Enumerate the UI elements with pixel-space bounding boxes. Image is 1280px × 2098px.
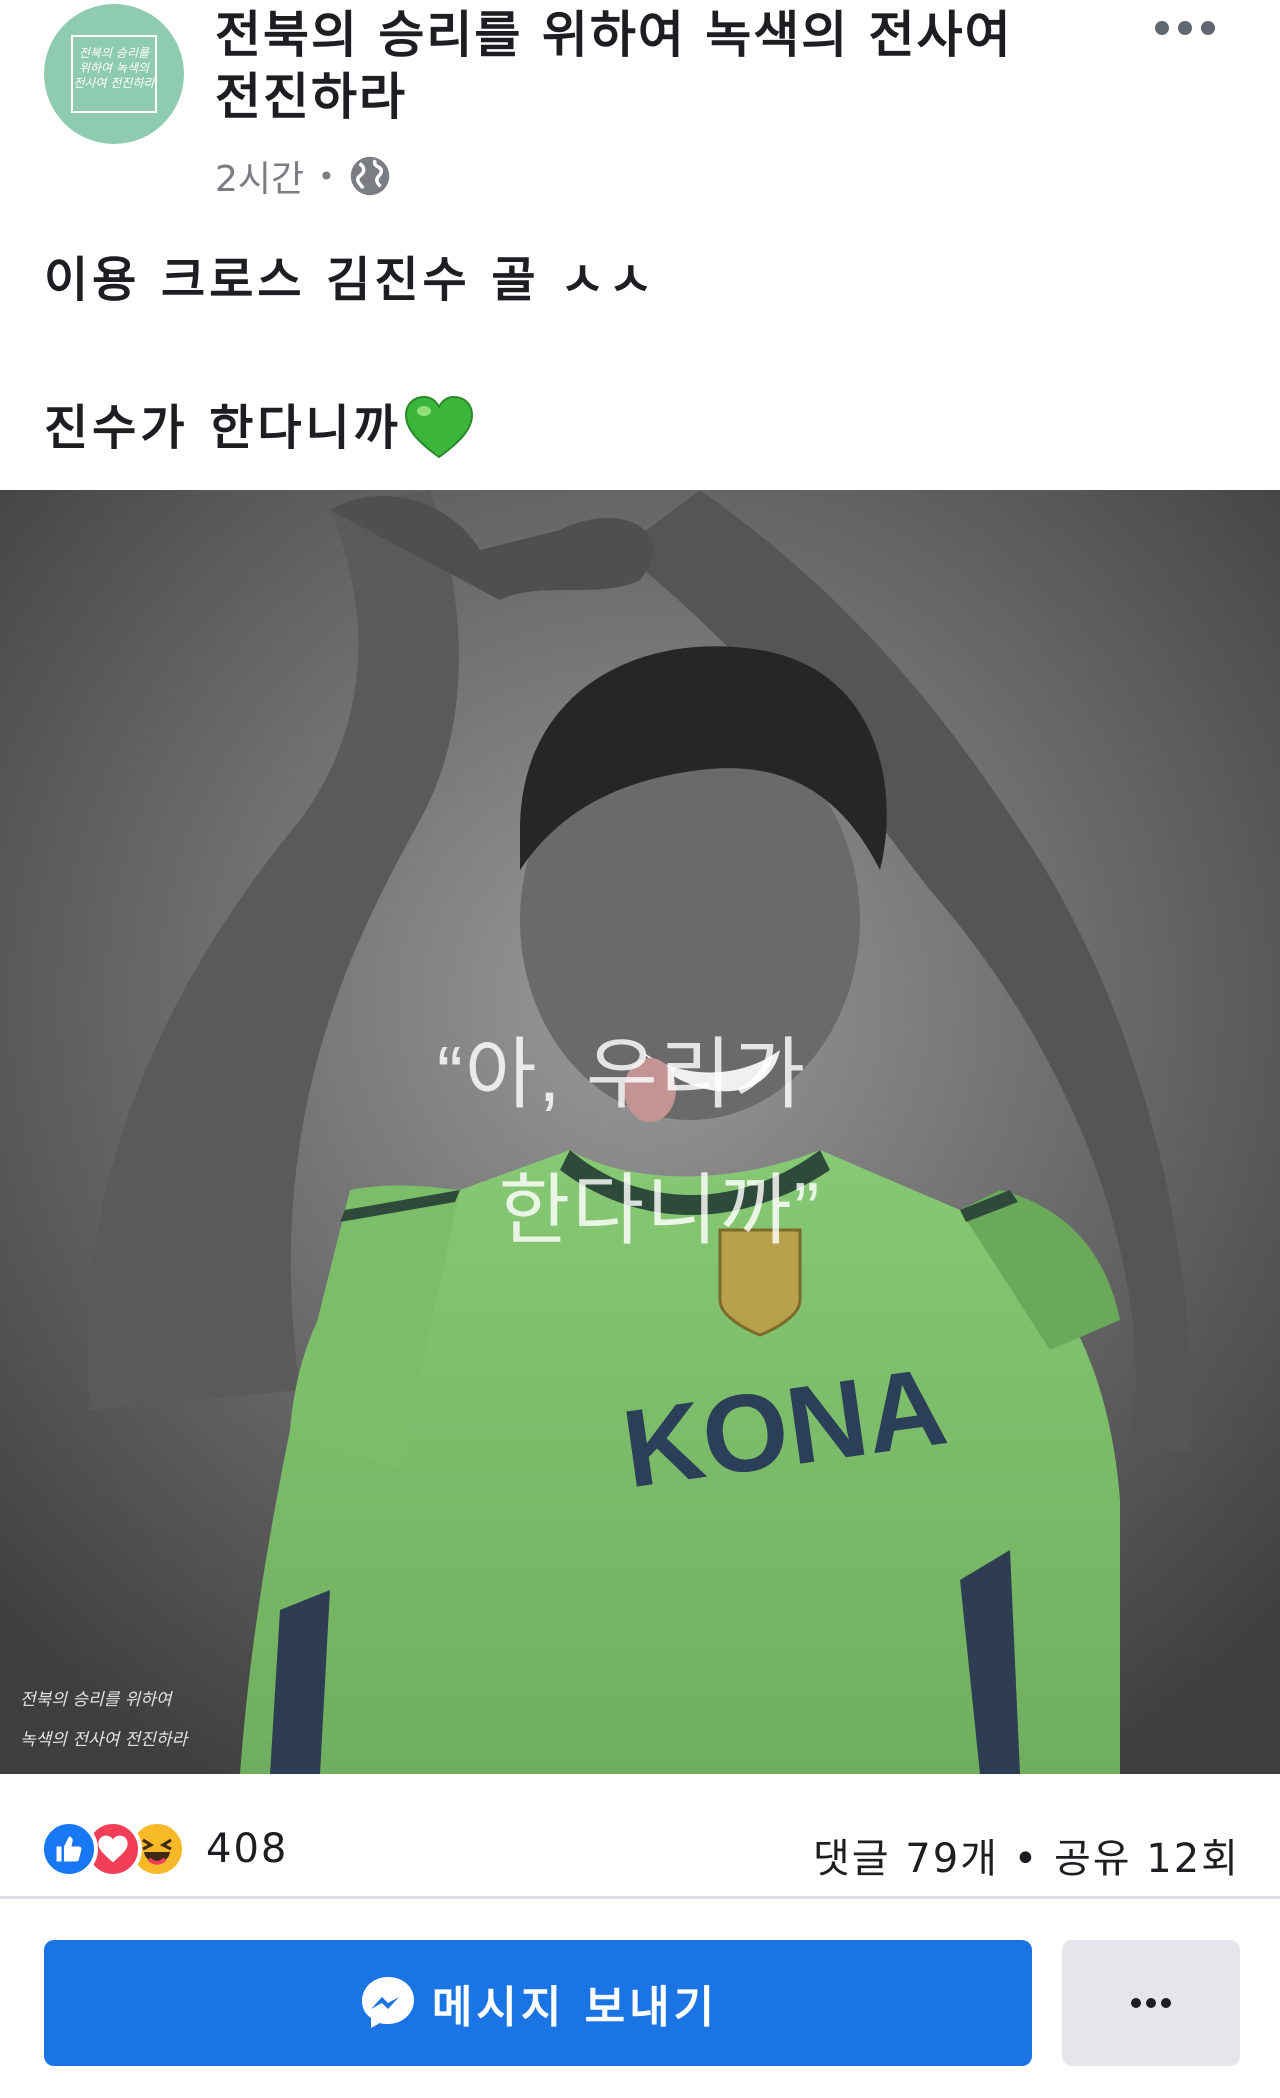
post-text-line2: 진수가 한다니까 — [44, 400, 402, 456]
player-illustration: KONA — [0, 490, 1280, 1774]
page-avatar[interactable]: 전북의 승리를 위하여 녹색의 전사여 전진하라 — [44, 4, 184, 144]
post-text-line: 이용 크로스 김진수 골 ㅅㅅ — [44, 252, 657, 308]
globe-icon — [350, 156, 389, 196]
photo-quote-line1: “아, 우리가 — [436, 1030, 808, 1118]
divider — [0, 1896, 1280, 1899]
page-name[interactable]: 전북의 승리를 위하여 녹색의 전사여 전진하라 — [215, 4, 1055, 128]
more-dots-icon — [1131, 1998, 1171, 2008]
avatar-logo-text: 전북의 승리를 위하여 녹색의 전사여 전진하라 — [71, 35, 157, 113]
meta-separator: • — [318, 159, 335, 193]
post-text-line: 진수가 한다니까 — [44, 392, 1244, 464]
post-header: 전북의 승리를 위하여 녹색의 전사여 전진하라 전북의 승리를 위하여 녹색의… — [0, 0, 1280, 200]
reaction-count: 408 — [206, 1826, 289, 1872]
photo-quote-line2: 한다니까” — [498, 1166, 822, 1254]
green-heart-icon — [404, 395, 473, 459]
post-time[interactable]: 2시간 — [215, 150, 304, 202]
post-text: 이용 크로스 김진수 골 ㅅㅅ 진수가 한다니까 — [44, 244, 1244, 464]
like-icon — [40, 1820, 98, 1878]
post-meta: 2시간 • — [215, 150, 391, 202]
photo-watermark: 전북의 승리를 위하여 녹색의 전사여 전진하라 — [20, 1680, 187, 1760]
send-message-label: 메시지 보내기 — [431, 1982, 719, 2033]
watermark-line: 녹색의 전사여 전진하라 — [20, 1730, 188, 1750]
watermark-line: 전북의 승리를 위하여 — [20, 1690, 172, 1710]
comments-shares-count[interactable]: 댓글 79개 • 공유 12회 — [813, 1826, 1240, 1884]
more-actions-button[interactable] — [1062, 1940, 1240, 2066]
more-icon[interactable] — [1150, 10, 1220, 46]
reaction-summary[interactable]: 408 — [40, 1820, 288, 1878]
post-photo[interactable]: KONA “아, 우리가 한다니까” 전북의 승리를 위하여 녹색의 전사여 전… — [0, 490, 1280, 1774]
send-message-button[interactable]: 메시지 보내기 — [44, 1940, 1032, 2066]
messenger-icon — [361, 1977, 414, 2028]
